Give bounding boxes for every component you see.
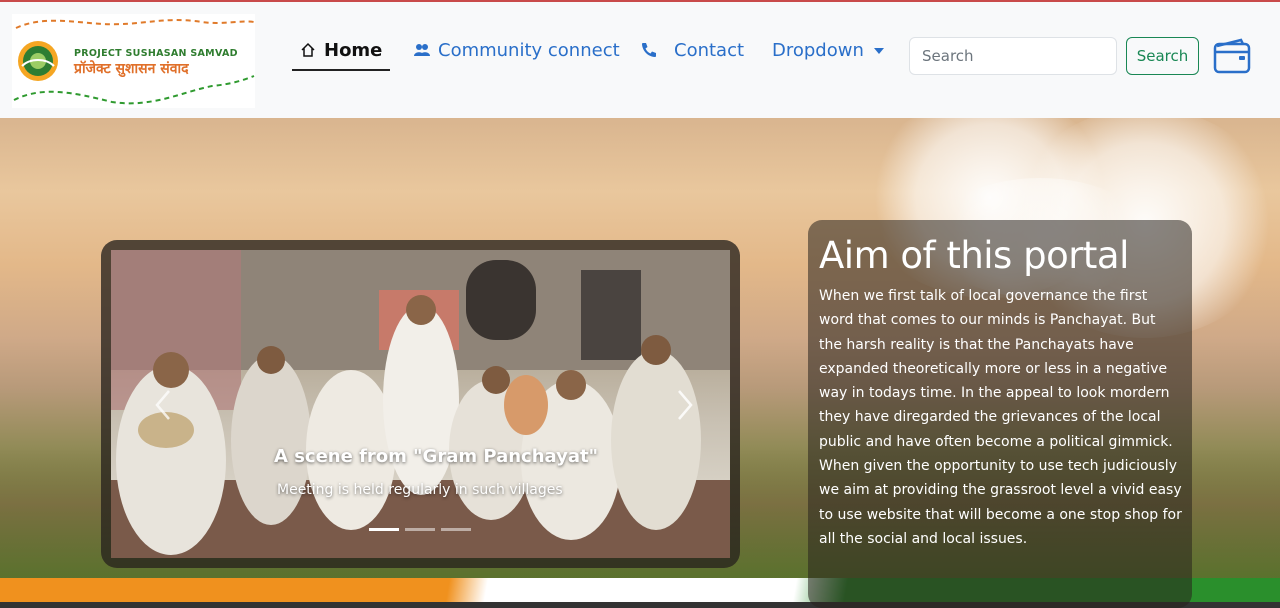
- nav-contact-label: Contact: [674, 39, 745, 61]
- carousel-caption-title: A scene from "Gram Panchayat": [274, 446, 598, 467]
- nav-dropdown-label: Dropdown: [772, 39, 864, 61]
- search-button[interactable]: Search: [1126, 37, 1199, 75]
- chevron-right-icon: [678, 390, 693, 420]
- aim-title: Aim of this portal: [819, 234, 1129, 277]
- carousel-indicator[interactable]: [405, 528, 435, 531]
- home-icon: [301, 42, 315, 57]
- logo-text-english: PROJECT SUSHASAN SAMVAD: [74, 48, 238, 59]
- carousel-caption-subtitle: Meeting is held regularly in such villag…: [277, 482, 563, 498]
- site-logo[interactable]: PROJECT SUSHASAN SAMVAD प्रॉजेक्ट सुशासन…: [12, 14, 255, 108]
- carousel-next-button[interactable]: [673, 388, 697, 422]
- nav-contact-link[interactable]: Contact: [640, 32, 744, 68]
- nav-home-link[interactable]: Home: [292, 32, 390, 71]
- aim-body: When we first talk of local governance t…: [819, 288, 1182, 547]
- village-meeting-photo: [111, 250, 730, 558]
- carousel: A scene from "Gram Panchayat" Meeting is…: [101, 240, 740, 568]
- nav-community-link[interactable]: Community connect: [414, 32, 620, 68]
- aim-card: Aim of this portal When we first talk of…: [808, 220, 1192, 608]
- logo-text-hindi: प्रॉजेक्ट सुशासन संवाद: [74, 61, 189, 77]
- caret-down-icon: [873, 48, 884, 54]
- nav-dropdown-toggle[interactable]: Dropdown: [772, 32, 884, 68]
- search-input[interactable]: [909, 37, 1117, 75]
- navbar: PROJECT SUSHASAN SAMVAD प्रॉजेक्ट सुशासन…: [0, 2, 1280, 118]
- phone-icon: [642, 43, 656, 57]
- carousel-prev-button[interactable]: [151, 388, 175, 422]
- carousel-slide-image: A scene from "Gram Panchayat" Meeting is…: [111, 250, 730, 558]
- hero-section: A scene from "Gram Panchayat" Meeting is…: [0, 118, 1280, 608]
- carousel-indicators: [369, 528, 471, 531]
- chevron-left-icon: [155, 390, 170, 420]
- wallet-icon[interactable]: [1213, 38, 1251, 74]
- carousel-indicator[interactable]: [441, 528, 471, 531]
- people-icon: [414, 44, 430, 56]
- nav-community-label: Community connect: [438, 39, 620, 61]
- carousel-indicator[interactable]: [369, 528, 399, 531]
- nav-home-label: Home: [324, 39, 383, 61]
